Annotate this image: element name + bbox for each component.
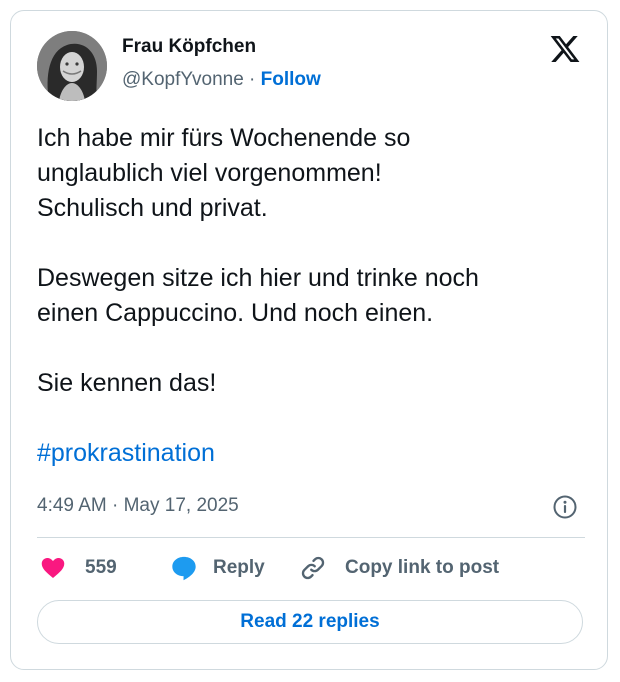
reply-button[interactable]: Reply <box>169 553 265 583</box>
tweet-line: unglaublich viel vorgenommen! <box>37 159 382 187</box>
like-count: 559 <box>85 557 117 578</box>
author-handle[interactable]: @KopfYvonne <box>122 69 244 90</box>
avatar-photo <box>37 31 107 101</box>
tweet-text: Ich habe mir fürs Wochenende so unglaubl… <box>37 121 587 471</box>
tweet-line: Schulisch und privat. <box>37 194 268 222</box>
reply-bubble-icon <box>172 556 196 581</box>
tweet-line: einen Cappuccino. Und noch einen. <box>37 299 434 327</box>
tweet-card: Frau Köpfchen @KopfYvonne · Follow Ich h… <box>10 10 608 670</box>
x-logo-icon[interactable] <box>548 33 582 65</box>
reply-label: Reply <box>213 557 265 578</box>
author-handle-row: @KopfYvonne · Follow <box>122 69 321 91</box>
handle-separator: · <box>249 69 256 90</box>
tweet-line: Ich habe mir fürs Wochenende so <box>37 124 411 152</box>
like-button[interactable]: 559 <box>39 553 117 583</box>
author-avatar[interactable] <box>37 31 107 101</box>
tweet-line: Deswegen sitze ich hier und trinke noch <box>37 264 479 292</box>
read-replies-button[interactable]: Read 22 replies <box>37 600 583 644</box>
tweet-timestamp[interactable]: 4:49 AM · May 17, 2025 <box>37 495 239 517</box>
action-bar: 559 Reply Copy link to post <box>37 553 585 583</box>
divider <box>37 537 585 538</box>
copy-link-button[interactable]: Copy link to post <box>299 553 499 583</box>
info-icon[interactable] <box>552 494 578 520</box>
copy-link-label: Copy link to post <box>345 557 500 578</box>
hashtag-link[interactable]: #prokrastination <box>37 436 587 471</box>
author-name[interactable]: Frau Köpfchen <box>122 36 256 58</box>
tweet-line: Sie kennen das! <box>37 369 217 397</box>
link-icon <box>301 556 325 580</box>
follow-button[interactable]: Follow <box>261 69 321 90</box>
heart-icon <box>41 558 65 578</box>
